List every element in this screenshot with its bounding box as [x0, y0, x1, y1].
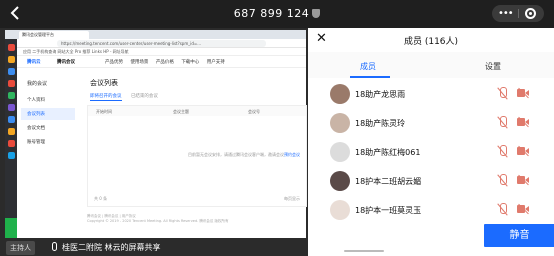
page-size[interactable]: 每页显示: [284, 196, 300, 202]
home-indicator: [344, 250, 384, 252]
panel-tabs: 成员 设置: [308, 52, 554, 78]
nav-link[interactable]: 产品价格: [156, 60, 174, 65]
mini-program-capsule[interactable]: •••: [492, 5, 544, 22]
shared-screen: 腾讯会议管理平台 https://meeting.tencent.com/use…: [5, 30, 307, 238]
sidebar-item-meetings[interactable]: 会议列表: [21, 108, 75, 120]
avatar: [330, 84, 350, 104]
pagination: 共 0 条 每页显示: [94, 196, 300, 202]
exit-ring-icon[interactable]: [525, 8, 536, 19]
nav-link[interactable]: 产品优势: [105, 60, 123, 65]
panel-title: 成员 (116人): [403, 37, 459, 47]
camera-off-icon[interactable]: [517, 116, 530, 128]
member-name: 18护本二班胡云媚: [355, 177, 422, 186]
sidebar-item-account[interactable]: 账号管理: [21, 136, 75, 148]
site-nav-links: 产品优势 使用场景 产品价格 下载中心 用户支持: [105, 59, 231, 65]
mic-muted-icon[interactable]: [498, 116, 507, 129]
avatar: [330, 113, 350, 133]
browser-tab-bar: 腾讯会议管理平台: [5, 30, 306, 39]
app-icon[interactable]: [7, 56, 15, 63]
app-icon[interactable]: [7, 104, 15, 111]
screen-share-label: 桂医二附院 林云的屏幕共享: [62, 243, 161, 252]
copyright: Copyright © 2019 - 2020 Tencent Meeting.…: [87, 219, 229, 223]
member-row[interactable]: 18助产陈灵玲: [308, 109, 554, 137]
meeting-id: 687 899 124: [0, 7, 554, 20]
member-row[interactable]: 18护本二班胡云媚: [308, 167, 554, 195]
table-header: 开始时间 会议主题 会议号: [88, 106, 306, 116]
camera-off-icon[interactable]: [517, 87, 530, 99]
schedule-link[interactable]: 预约会议: [284, 152, 300, 157]
app-icon[interactable]: [7, 92, 15, 99]
site-footer: 腾讯会议 | 腾讯会议 | 用户协议 Copyright © 2019 - 20…: [87, 214, 229, 224]
app-icon[interactable]: [7, 128, 15, 135]
site-header: 腾讯云 腾讯会议 产品优势 使用场景 产品价格 下载中心 用户支持: [5, 56, 306, 68]
members-panel: ✕ 成员 (116人) 成员 设置 18助产龙思雨 18助产陈灵玲 18助产陈红…: [308, 28, 554, 256]
panel-header: ✕ 成员 (116人): [308, 28, 554, 52]
sidebar-item-profile[interactable]: 个人资料: [21, 94, 75, 106]
member-name: 18助产龙思雨: [355, 90, 406, 99]
url-field[interactable]: https://meeting.tencent.com/user-center/…: [57, 40, 266, 47]
avatar: [330, 200, 350, 220]
mic-muted-icon[interactable]: [498, 145, 507, 158]
account-sidebar: 我的会议 个人资料 会议列表 会议文档 账号管理: [21, 76, 75, 150]
column-header[interactable]: 开始时间: [96, 109, 112, 115]
column-header: 会议主题: [173, 109, 189, 114]
nav-link[interactable]: 下载中心: [181, 60, 199, 65]
nav-link[interactable]: 用户支持: [207, 60, 225, 65]
avatar: [330, 171, 350, 191]
meeting-table: 开始时间 会议主题 会议号 目前暂无会议安排，请通过腾讯会议客户端，邀请会议预约…: [87, 105, 307, 207]
empty-state: 目前暂无会议安排，请通过腾讯会议客户端，邀请会议预约会议: [88, 152, 306, 158]
tab-members[interactable]: 成员: [360, 61, 376, 72]
active-tab-indicator: [350, 76, 390, 78]
tab-settings[interactable]: 设置: [485, 61, 501, 72]
app-icon[interactable]: [7, 80, 15, 87]
camera-off-icon[interactable]: [517, 174, 530, 186]
sidebar-item-docs[interactable]: 会议文档: [21, 122, 75, 134]
camera-off-icon[interactable]: [517, 203, 530, 215]
camera-off-icon[interactable]: [517, 145, 530, 157]
mic-muted-icon[interactable]: [498, 87, 507, 100]
tab-upcoming[interactable]: 即将召开的会议: [90, 94, 122, 101]
mic-muted-icon[interactable]: [498, 203, 507, 216]
capsule-divider: [518, 9, 519, 18]
mic-muted-icon[interactable]: [498, 174, 507, 187]
member-name: 18护本一班莫灵玉: [355, 206, 422, 215]
address-bar: https://meeting.tencent.com/user-center/…: [5, 39, 306, 48]
column-header: 会议号: [248, 109, 260, 114]
wechat-indicator: [5, 218, 17, 238]
member-name: 18助产陈灵玲: [355, 119, 406, 128]
app-icon[interactable]: [7, 116, 15, 123]
browser-tab[interactable]: 腾讯会议管理平台: [19, 31, 89, 39]
avatar: [330, 142, 350, 162]
shield-icon: [312, 9, 321, 18]
member-row[interactable]: 18助产龙思雨: [308, 80, 554, 108]
total-count: 共 0 条: [94, 196, 108, 201]
more-dots-icon[interactable]: •••: [498, 8, 514, 19]
member-row[interactable]: 18助产陈红梅061: [308, 138, 554, 166]
tencent-cloud-logo[interactable]: 腾讯云: [27, 59, 41, 65]
bookmarks-bar[interactable]: 应用 二手机构查询 网站大全 Pro 推荐 Links HP - 网址导航: [5, 48, 306, 56]
tencent-meeting-logo[interactable]: 腾讯会议: [57, 59, 75, 65]
meeting-list-main: 会议列表 即将召开的会议 已结束的会议 开始时间 会议主题 会议号 目前暂无会议…: [87, 78, 307, 207]
meeting-tabs: 即将召开的会议 已结束的会议: [90, 93, 307, 101]
desktop-taskbar: [5, 39, 17, 238]
app-icon[interactable]: [7, 68, 15, 75]
page-title: 会议列表: [90, 79, 118, 87]
speaker-bar: 主持人 桂医二附院 林云的屏幕共享: [0, 239, 308, 256]
sidebar-title: 我的会议: [27, 81, 48, 87]
tab-ended[interactable]: 已结束的会议: [131, 94, 158, 99]
microphone-icon: [52, 242, 57, 251]
empty-text: 目前暂无会议安排，请通过腾讯会议客户端，邀请会议: [188, 152, 284, 157]
app-icon[interactable]: [7, 152, 15, 159]
member-name: 18助产陈红梅061: [355, 148, 421, 157]
mute-all-button[interactable]: 静音: [484, 224, 554, 247]
host-badge: 主持人: [6, 241, 35, 255]
app-icon[interactable]: [7, 140, 15, 147]
nav-link[interactable]: 使用场景: [130, 60, 148, 65]
member-row[interactable]: 18护本一班莫灵玉: [308, 196, 554, 224]
app-icon[interactable]: [7, 44, 15, 51]
call-top-bar: 687 899 124 •••: [0, 0, 554, 28]
